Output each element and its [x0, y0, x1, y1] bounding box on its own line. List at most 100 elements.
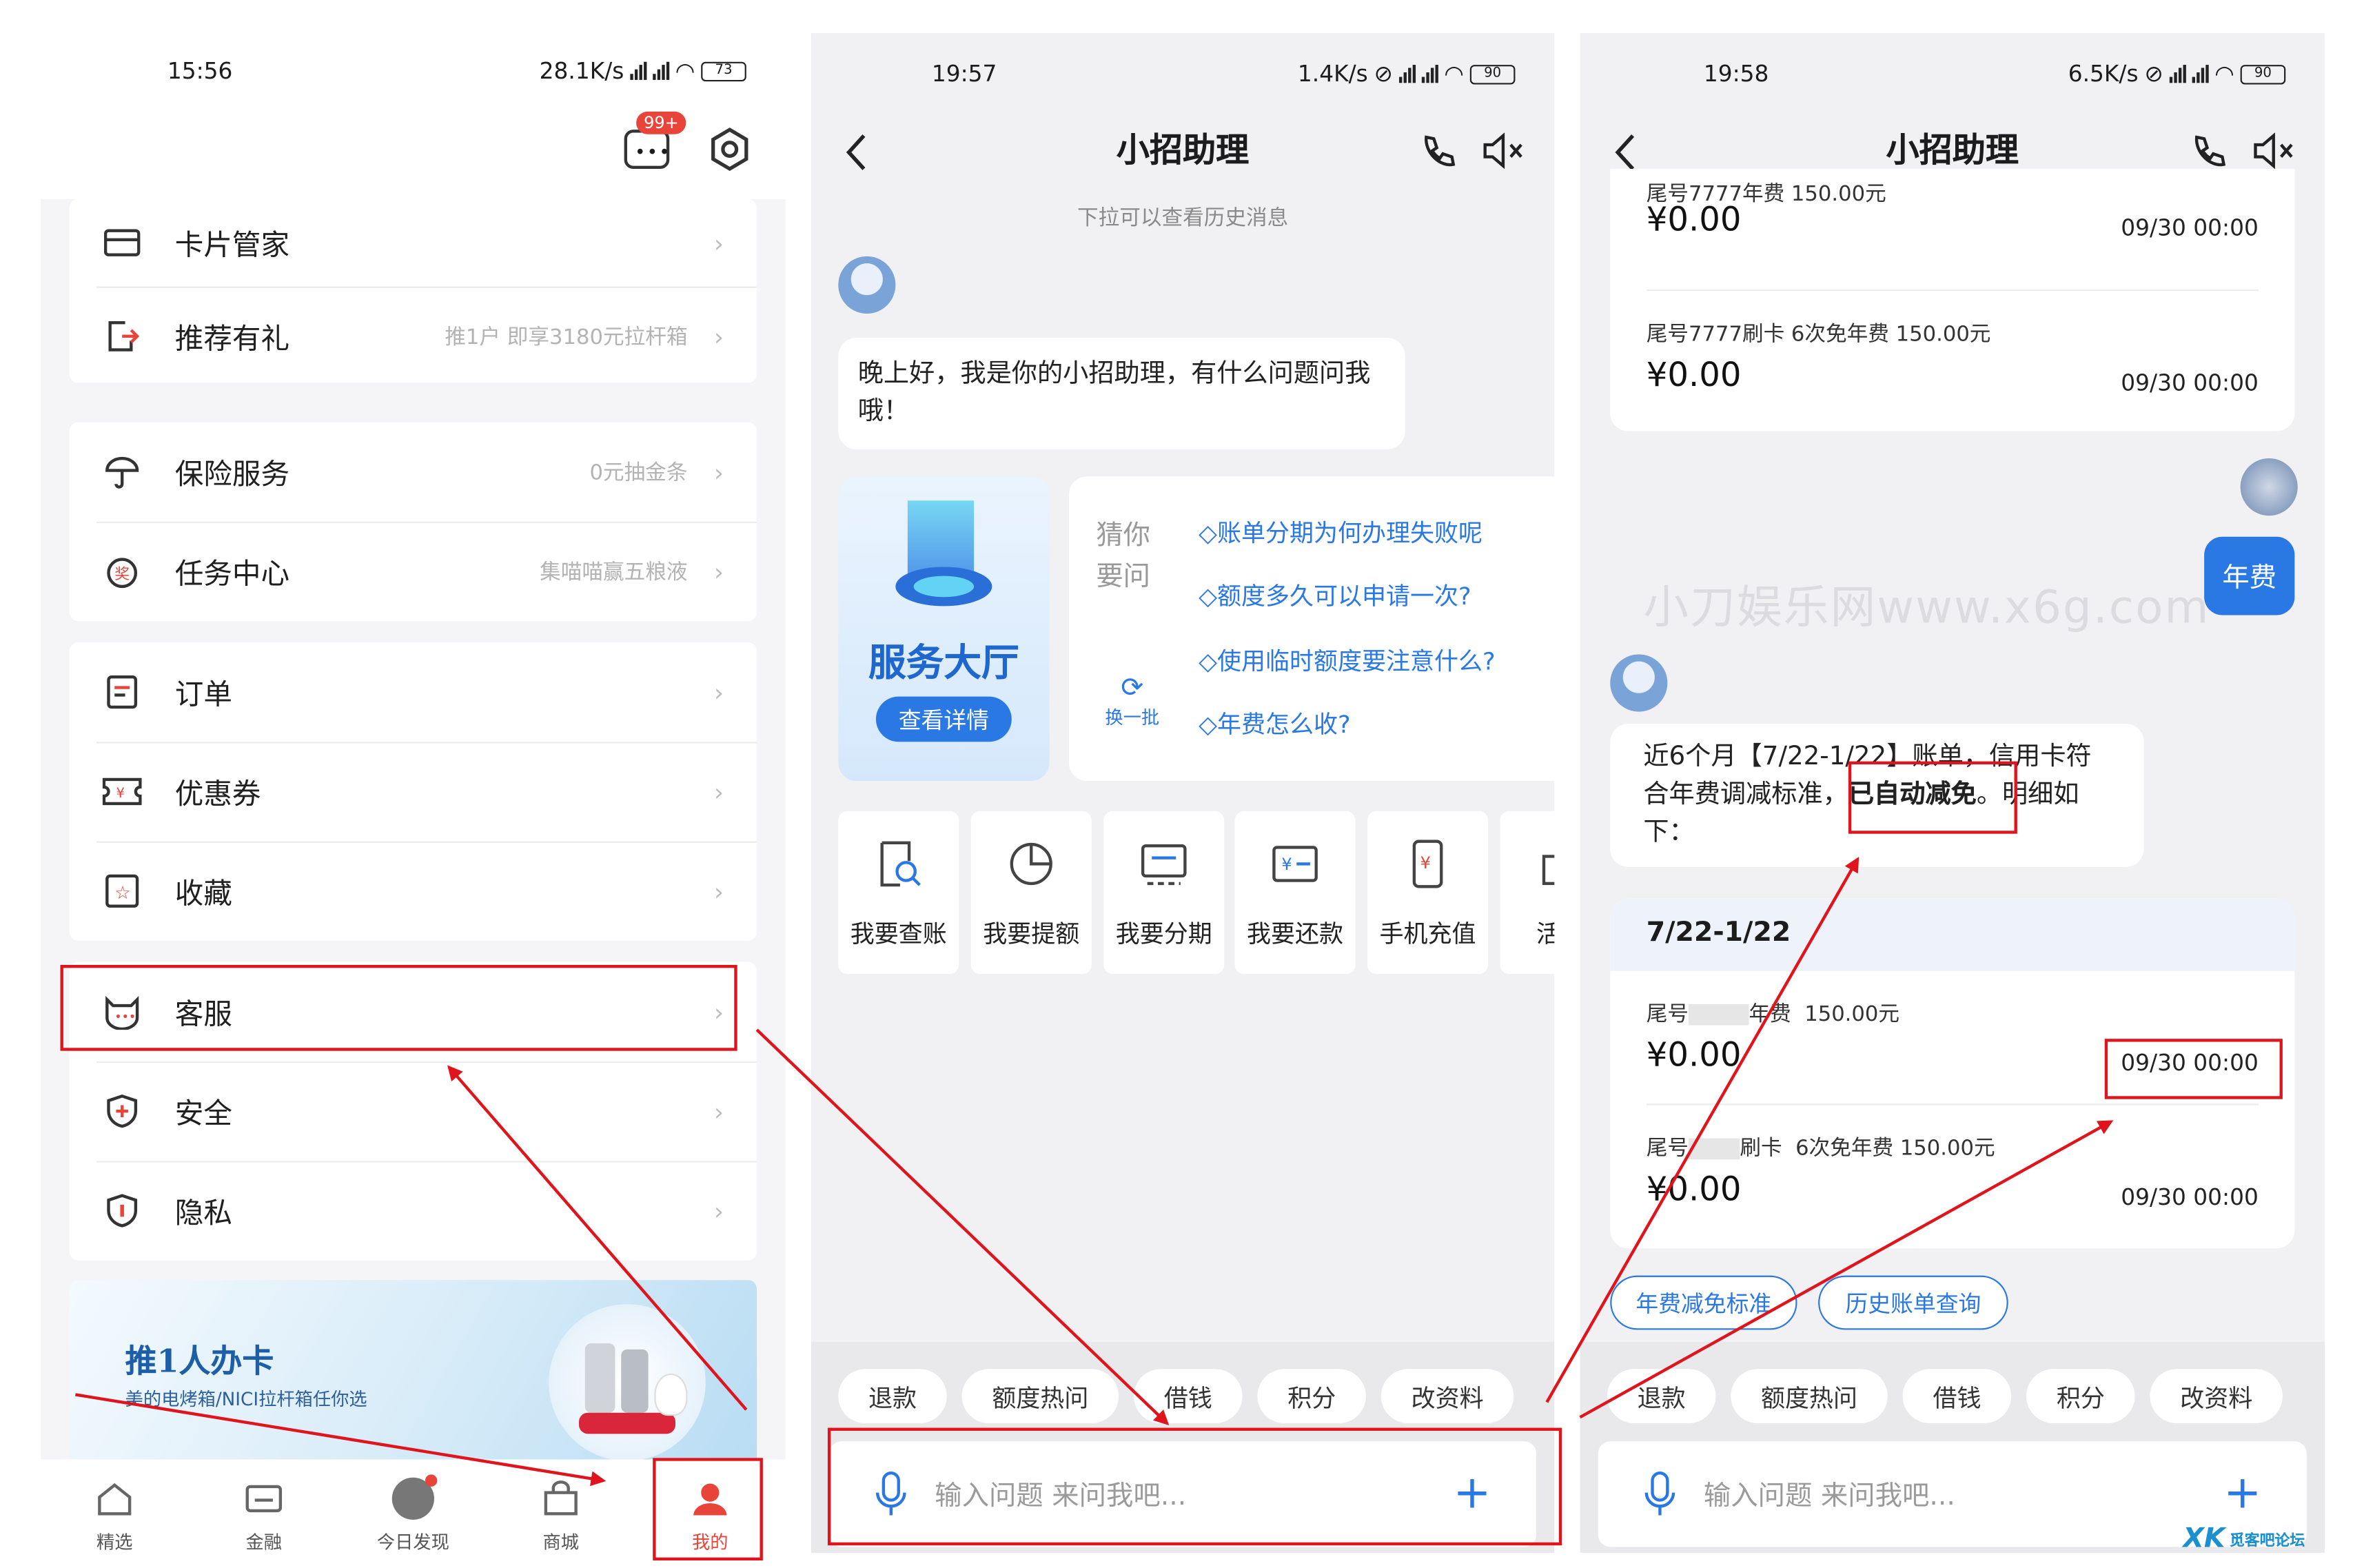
phone-icon[interactable] [2189, 133, 2228, 172]
mute-status-icon: ⊘ [2144, 60, 2163, 88]
quick-reply[interactable]: 积分 [2026, 1369, 2135, 1423]
chat-input[interactable]: 输入问题 来问我吧... [1704, 1474, 1955, 1514]
refresh-button[interactable]: ⟳ 换一批 [1099, 673, 1165, 730]
menu-label: 推荐有礼 [174, 322, 290, 356]
quick-reply[interactable]: 退款 [838, 1369, 947, 1423]
svg-text:奖: 奖 [114, 566, 130, 583]
card-icon [103, 223, 142, 263]
chat-screen-home: 19:57 1.4K/s ⊘ ◠ 90 小招助理 下拉可以查看历史消息 晚上好，… [811, 33, 1555, 1554]
menu-item-favorites[interactable]: ☆ 收藏 › [70, 841, 757, 941]
menu-item-referral[interactable]: 推荐有礼 推1户 即享3180元拉杆箱 › [70, 286, 757, 386]
signal-icon [652, 61, 670, 80]
message-button[interactable]: ••• 99+ [624, 111, 686, 169]
bill-item: 尾号7777年费 150.00元 ¥0.00 09/30 00:00 [1646, 182, 2259, 241]
guess-question[interactable]: ◇年费怎么收? [1199, 704, 1351, 741]
service-check-bill[interactable]: 我要查账 [838, 811, 959, 975]
referral-banner[interactable]: 推1人办卡 美的电烤箱/NICI拉杆箱任你选 [69, 1280, 757, 1467]
message-badge: 99+ [636, 111, 686, 134]
tab-mall[interactable]: 商城 [508, 1460, 613, 1555]
tab-finance[interactable]: 金融 [211, 1460, 316, 1555]
quick-reply[interactable]: 改资料 [1380, 1369, 1514, 1423]
menu-item-privacy[interactable]: 隐私 › [70, 1161, 757, 1260]
menu-label: 保险服务 [174, 457, 290, 491]
history-hint: 下拉可以查看历史消息 [1077, 206, 1289, 231]
service-installment[interactable]: 我要分期 [1103, 811, 1225, 975]
user-avatar [2240, 458, 2298, 516]
message-icon: ••• [634, 141, 671, 163]
service-repay[interactable]: ¥ 我要还款 [1234, 811, 1356, 975]
speaker-mute-icon[interactable] [1482, 132, 1527, 170]
guess-panel: 猜你 要问 ⟳ 换一批 ◇账单分期为何办理失败呢 ◇额度多久可以申请一次? ◇使… [1068, 476, 1555, 782]
wifi-icon: ◠ [2214, 60, 2234, 88]
view-details-button[interactable]: 查看详情 [875, 696, 1012, 742]
quick-reply[interactable]: 改资料 [2150, 1369, 2283, 1423]
refresh-icon: ⟳ [1121, 672, 1144, 704]
service-phone-recharge[interactable]: ¥ 手机充值 [1367, 811, 1489, 975]
tab-label: 精选 [96, 1531, 133, 1554]
menu-card-1: 卡片管家 › 推荐有礼 推1户 即享3180元拉杆箱 › [69, 198, 757, 386]
menu-item-card-manager[interactable]: 卡片管家 › [70, 199, 757, 287]
service-activity[interactable]: 活动 [1500, 811, 1555, 975]
phone-icon[interactable] [1418, 133, 1458, 172]
status-time: 19:57 [931, 60, 997, 88]
quick-reply[interactable]: 借钱 [1902, 1369, 2012, 1423]
shield-icon [103, 1092, 142, 1131]
tab-discover[interactable]: 今日发现 [360, 1460, 466, 1555]
menu-item-orders[interactable]: 订单 › [70, 642, 757, 742]
highlight-box-input [827, 1427, 1562, 1546]
mall-icon [544, 1480, 578, 1516]
menu-item-coupons[interactable]: ¥ 优惠券 › [70, 742, 757, 841]
menu-label: 任务中心 [174, 557, 290, 591]
svg-text:☆: ☆ [114, 883, 131, 904]
finance-icon [245, 1485, 283, 1513]
chat-title: 小招助理 [1116, 132, 1250, 171]
quick-reply[interactable]: 额度热问 [1731, 1369, 1888, 1423]
menu-item-security[interactable]: 安全 › [70, 1061, 757, 1161]
menu-item-insurance[interactable]: 保险服务 0元抽金条 › [70, 422, 757, 522]
quick-reply[interactable]: 积分 [1257, 1369, 1367, 1423]
coupon-icon: ¥ [102, 772, 142, 811]
hall-title: 服务大厅 [868, 640, 1019, 685]
microphone-icon[interactable] [1643, 1470, 1676, 1518]
speaker-mute-icon[interactable] [2252, 132, 2298, 170]
chip-fee-waiver-standard[interactable]: 年费减免标准 [1610, 1275, 1797, 1330]
highlight-box-customer-service [60, 965, 737, 1051]
logo-mark: XK [2183, 1523, 2225, 1555]
tab-featured[interactable]: 精选 [62, 1460, 167, 1555]
net-speed: 6.5K/s [2068, 60, 2139, 88]
quick-reply[interactable]: 额度热问 [961, 1369, 1119, 1423]
chevron-right-icon: › [713, 322, 724, 351]
masked-card-number [1689, 1138, 1740, 1160]
luggage-image [549, 1304, 706, 1461]
service-hall-card[interactable]: 服务大厅 查看详情 [838, 476, 1050, 782]
signal-icon [1421, 65, 1438, 83]
bill-icon [880, 841, 921, 887]
chevron-right-icon: › [713, 1196, 724, 1225]
guess-label: 猜你 要问 [1096, 520, 1151, 593]
highlight-box-me-tab [653, 1458, 763, 1561]
menu-sub: 0元抽金条 [589, 461, 688, 486]
chevron-right-icon: › [713, 1097, 724, 1126]
quick-reply[interactable]: 借钱 [1134, 1369, 1243, 1423]
chip-bill-history[interactable]: 历史账单查询 [1818, 1275, 2008, 1330]
user-message-bubble: 年费 [2204, 536, 2295, 615]
period-header: 7/22-1/22 [1610, 898, 2295, 971]
menu-label: 收藏 [174, 877, 232, 910]
wifi-icon: ◠ [1444, 60, 1465, 88]
guess-question[interactable]: ◇账单分期为何办理失败呢 [1199, 513, 1482, 549]
menu-item-task-center[interactable]: 奖 任务中心 集喵喵赢五粮液 › [70, 521, 757, 621]
service-raise-limit[interactable]: 我要提额 [970, 811, 1092, 975]
battery-icon: 90 [2240, 63, 2286, 84]
home-icon [98, 1483, 132, 1516]
guess-question[interactable]: ◇额度多久可以申请一次? [1199, 576, 1471, 613]
star-icon: ☆ [103, 871, 142, 910]
settings-button[interactable] [707, 127, 753, 178]
back-icon[interactable] [1613, 133, 1638, 172]
status-bar: 19:58 6.5K/s ⊘ ◠ 90 [1580, 33, 2325, 108]
guess-question[interactable]: ◇使用临时额度要注意什么? [1199, 641, 1496, 678]
plus-icon[interactable]: + [2223, 1471, 2261, 1517]
svg-text:¥: ¥ [116, 785, 125, 801]
back-icon[interactable] [844, 133, 868, 172]
quick-reply[interactable]: 退款 [1607, 1369, 1716, 1423]
highlight-box-auto-waived [1848, 761, 2017, 834]
